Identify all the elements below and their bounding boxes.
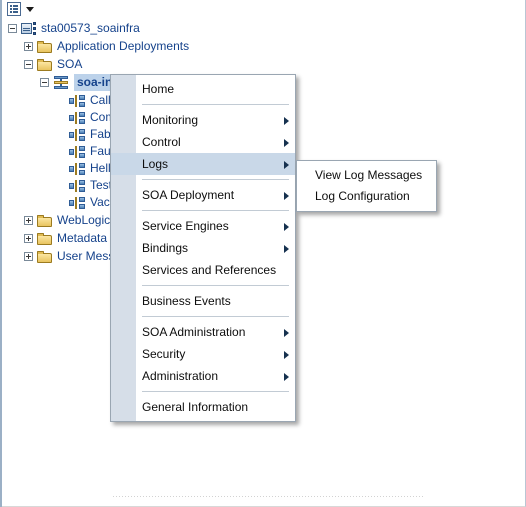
tree-node[interactable]: Vaca [56,194,116,211]
submenu-arrow-icon [284,329,289,337]
submenu-arrow-icon [284,351,289,359]
menu-item-bindings[interactable]: Bindings [111,237,295,259]
menu-item-home[interactable]: Home [111,78,295,100]
dotted-divider [113,496,423,497]
expand-icon[interactable] [24,234,33,243]
tree-node-label: sta00573_soainfra [41,21,140,35]
composite-icon [69,196,85,209]
menu-item-label: Service Engines [142,219,229,233]
menu-item-services-and-references[interactable]: Services and References [111,259,295,281]
tree-node[interactable]: Com [56,109,115,126]
chevron-down-icon[interactable] [26,7,34,12]
menu-item-label: Bindings [142,241,189,255]
expand-icon[interactable] [24,216,33,225]
tree-node[interactable]: WebLogic D [24,212,122,229]
menu-item-general-information[interactable]: General Information [111,396,295,418]
menu-separator [142,179,289,180]
expand-icon[interactable] [24,252,33,261]
tree-node[interactable]: Fabr [56,126,115,143]
submenu-arrow-icon [284,245,289,253]
tree-node[interactable]: Faul [56,143,113,160]
menu-item-monitoring[interactable]: Monitoring [111,109,295,131]
submenu-arrow-icon [284,117,289,125]
folder-icon [37,58,52,71]
menu-item-label: Home [142,82,175,96]
menu-item-label: Security [142,347,186,361]
composite-icon [69,145,85,158]
tree-node[interactable]: Test [56,177,112,194]
menu-item-business-events[interactable]: Business Events [111,290,295,312]
tree-node[interactable]: User Messa [24,248,121,265]
tree-node-label: Application Deployments [57,39,190,53]
submenu-item-log-configuration[interactable]: Log Configuration [297,186,436,207]
submenu-arrow-icon [284,139,289,147]
menu-item-label: General Information [142,400,249,414]
folder-icon [37,250,52,263]
submenu-arrow-icon [284,161,289,169]
menu-item-label: SOA Deployment [142,188,235,202]
menu-item-soa-administration[interactable]: SOA Administration [111,321,295,343]
folder-icon [37,214,52,227]
submenu-arrow-icon [284,373,289,381]
menu-item-administration[interactable]: Administration [111,365,295,387]
tree-toolbar [2,0,525,18]
collapse-icon[interactable] [24,60,33,69]
menu-item-label: Services and References [142,263,277,277]
tree-node[interactable]: Calli [56,92,113,109]
submenu-arrow-icon [284,192,289,200]
menu-item-label: Control [142,135,181,149]
menu-item-control[interactable]: Control [111,131,295,153]
menu-item-label: Business Events [142,294,231,308]
submenu-arrow-icon [284,223,289,231]
menu-separator [142,210,289,211]
menu-separator [142,104,289,105]
tree-node[interactable]: Application Deployments [24,38,189,55]
menu-item-label: Administration [142,369,219,383]
composite-icon [69,162,85,175]
menu-item-label: SOA Administration [142,325,246,339]
menu-item-label: Monitoring [142,113,199,127]
menu-item-label: Logs [142,157,169,171]
submenu-item-label: View Log Messages [315,168,423,182]
tree-node-label: Test [90,178,113,192]
folder-icon [37,40,52,53]
em-navigation-pane: sta00573_soainfra Application Deployments… [0,0,526,507]
context-menu[interactable]: Home Monitoring Control Logs SOA Deployment S… [110,74,296,422]
menu-item-service-engines[interactable]: Service Engines [111,215,295,237]
soa-infra-icon [53,76,69,89]
tree-node-label: SOA [57,57,83,71]
composite-icon [69,111,85,124]
submenu-item-label: Log Configuration [315,189,410,203]
tree-node[interactable]: sta00573_soainfra [8,20,140,37]
composite-icon [69,128,85,141]
menu-item-logs[interactable]: Logs [111,153,295,175]
submenu-item-view-log-messages[interactable]: View Log Messages [297,165,436,186]
composite-icon [69,179,85,192]
menu-separator [142,316,289,317]
tree-node[interactable]: Hello [56,160,117,177]
logs-submenu[interactable]: View Log Messages Log Configuration [296,160,437,212]
menu-item-security[interactable]: Security [111,343,295,365]
menu-item-soa-deployment[interactable]: SOA Deployment [111,184,295,206]
expand-icon[interactable] [24,42,33,51]
collapse-icon[interactable] [40,78,49,87]
list-view-icon[interactable] [7,2,21,16]
collapse-icon[interactable] [8,24,17,33]
tree-node[interactable]: SOA [24,56,82,73]
folder-icon [37,232,52,245]
composite-icon [69,94,85,107]
menu-separator [142,285,289,286]
tree-node[interactable]: Metadata R [24,230,119,247]
menu-separator [142,391,289,392]
domain-icon [21,22,36,35]
